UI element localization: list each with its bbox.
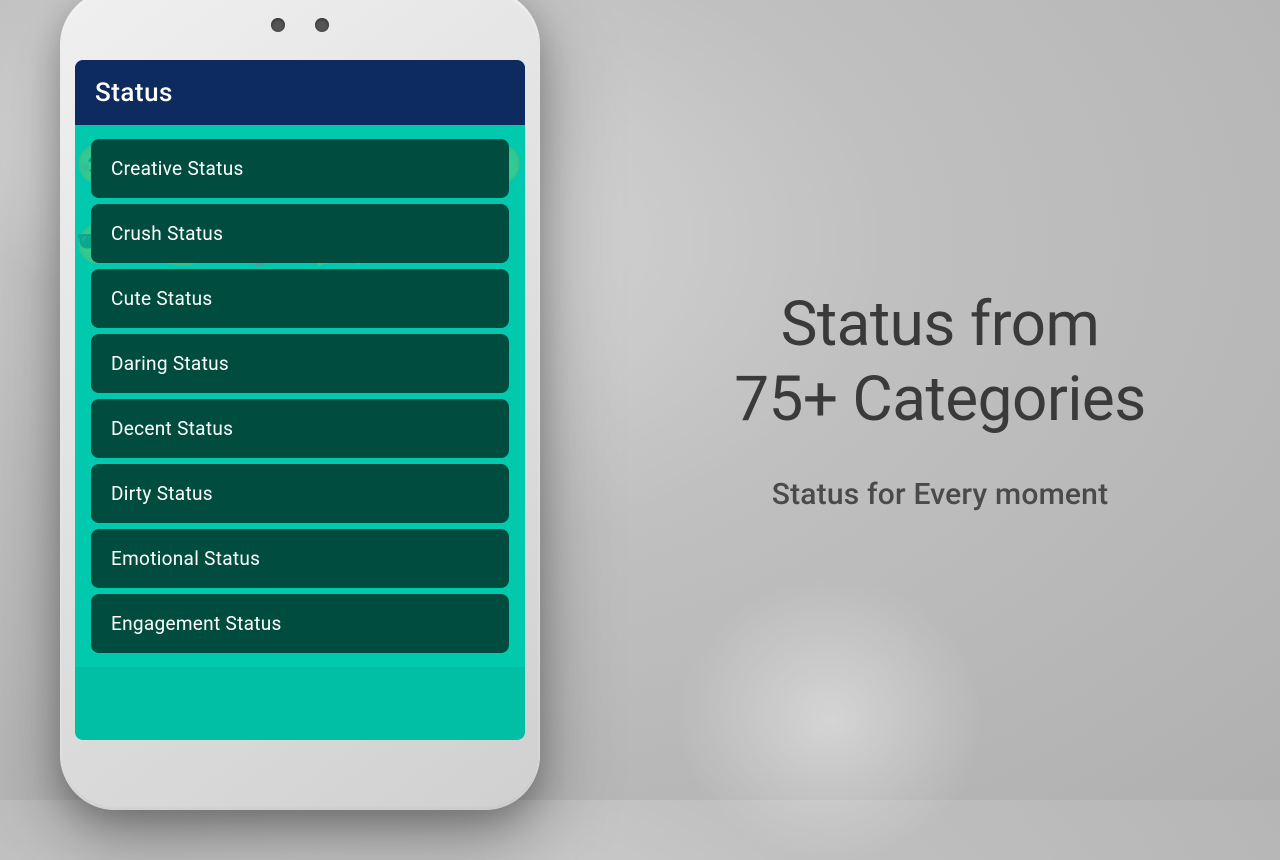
list-item[interactable]: Emotional Status <box>91 529 509 588</box>
list-item-label: Cute Status <box>111 287 212 310</box>
right-panel: Status from75+ Categories Status for Eve… <box>600 0 1280 800</box>
app-title: Status <box>95 78 173 108</box>
list-item-label: Creative Status <box>111 157 244 180</box>
sub-headline: Status for Every moment <box>772 477 1109 512</box>
list-item[interactable]: Daring Status <box>91 334 509 393</box>
phone-mockup: Status Creative Status Crush Status Cute… <box>60 0 540 810</box>
main-headline: Status from75+ Categories <box>734 288 1146 437</box>
list-item[interactable]: Creative Status <box>91 139 509 198</box>
list-item-label: Daring Status <box>111 352 229 375</box>
phone-top-bar <box>271 18 329 32</box>
camera-dot-right <box>315 18 329 32</box>
list-item[interactable]: Engagement Status <box>91 594 509 653</box>
list-item-label: Emotional Status <box>111 547 260 570</box>
status-list: Creative Status Crush Status Cute Status… <box>75 125 525 667</box>
list-item-label: Engagement Status <box>111 612 282 635</box>
phone-shell: Status Creative Status Crush Status Cute… <box>60 0 540 810</box>
app-header: Status <box>75 60 525 125</box>
list-item[interactable]: Dirty Status <box>91 464 509 523</box>
phone-screen: Status Creative Status Crush Status Cute… <box>75 60 525 740</box>
list-item-label: Dirty Status <box>111 482 213 505</box>
list-item-label: Crush Status <box>111 222 223 245</box>
list-item-label: Decent Status <box>111 417 233 440</box>
list-item[interactable]: Cute Status <box>91 269 509 328</box>
list-item[interactable]: Crush Status <box>91 204 509 263</box>
camera-dot-left <box>271 18 285 32</box>
list-item[interactable]: Decent Status <box>91 399 509 458</box>
